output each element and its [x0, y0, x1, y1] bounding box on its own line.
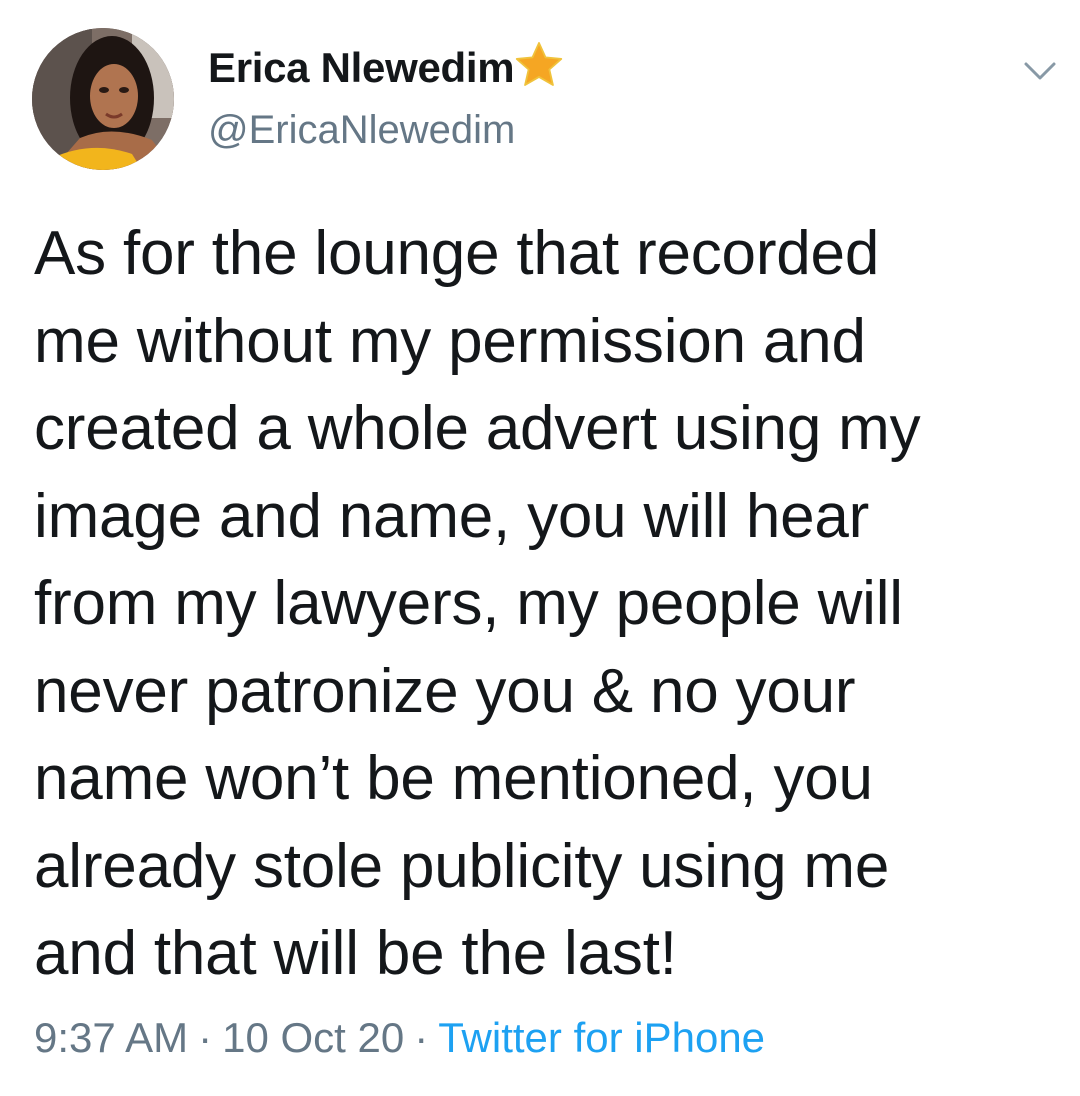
display-name[interactable]: Erica Nlewedim — [208, 44, 515, 92]
avatar-image — [32, 28, 174, 170]
tweet-header: Erica Nlewedim @EricaNlewedim — [32, 28, 1056, 178]
tweet-card: Erica Nlewedim @EricaNlewedim As for the… — [0, 0, 1080, 1096]
tweet-date[interactable]: 10 Oct 20 — [222, 1014, 404, 1061]
tweet-text: As for the lounge that recorded me witho… — [34, 219, 921, 988]
avatar[interactable] — [32, 28, 174, 170]
tweet-time[interactable]: 9:37 AM — [34, 1014, 188, 1061]
meta-separator: · — [414, 1014, 429, 1061]
author-names: Erica Nlewedim @EricaNlewedim — [208, 42, 566, 153]
display-name-row: Erica Nlewedim — [208, 42, 566, 94]
chevron-down-icon[interactable] — [1020, 54, 1060, 88]
meta-separator: · — [198, 1014, 213, 1061]
tweet-meta: 9:37 AM · 10 Oct 20 · Twitter for iPhone — [34, 1014, 765, 1062]
star-icon — [516, 42, 563, 86]
tweet-source-link[interactable]: Twitter for iPhone — [438, 1014, 765, 1061]
user-handle[interactable]: @EricaNlewedim — [208, 108, 566, 153]
